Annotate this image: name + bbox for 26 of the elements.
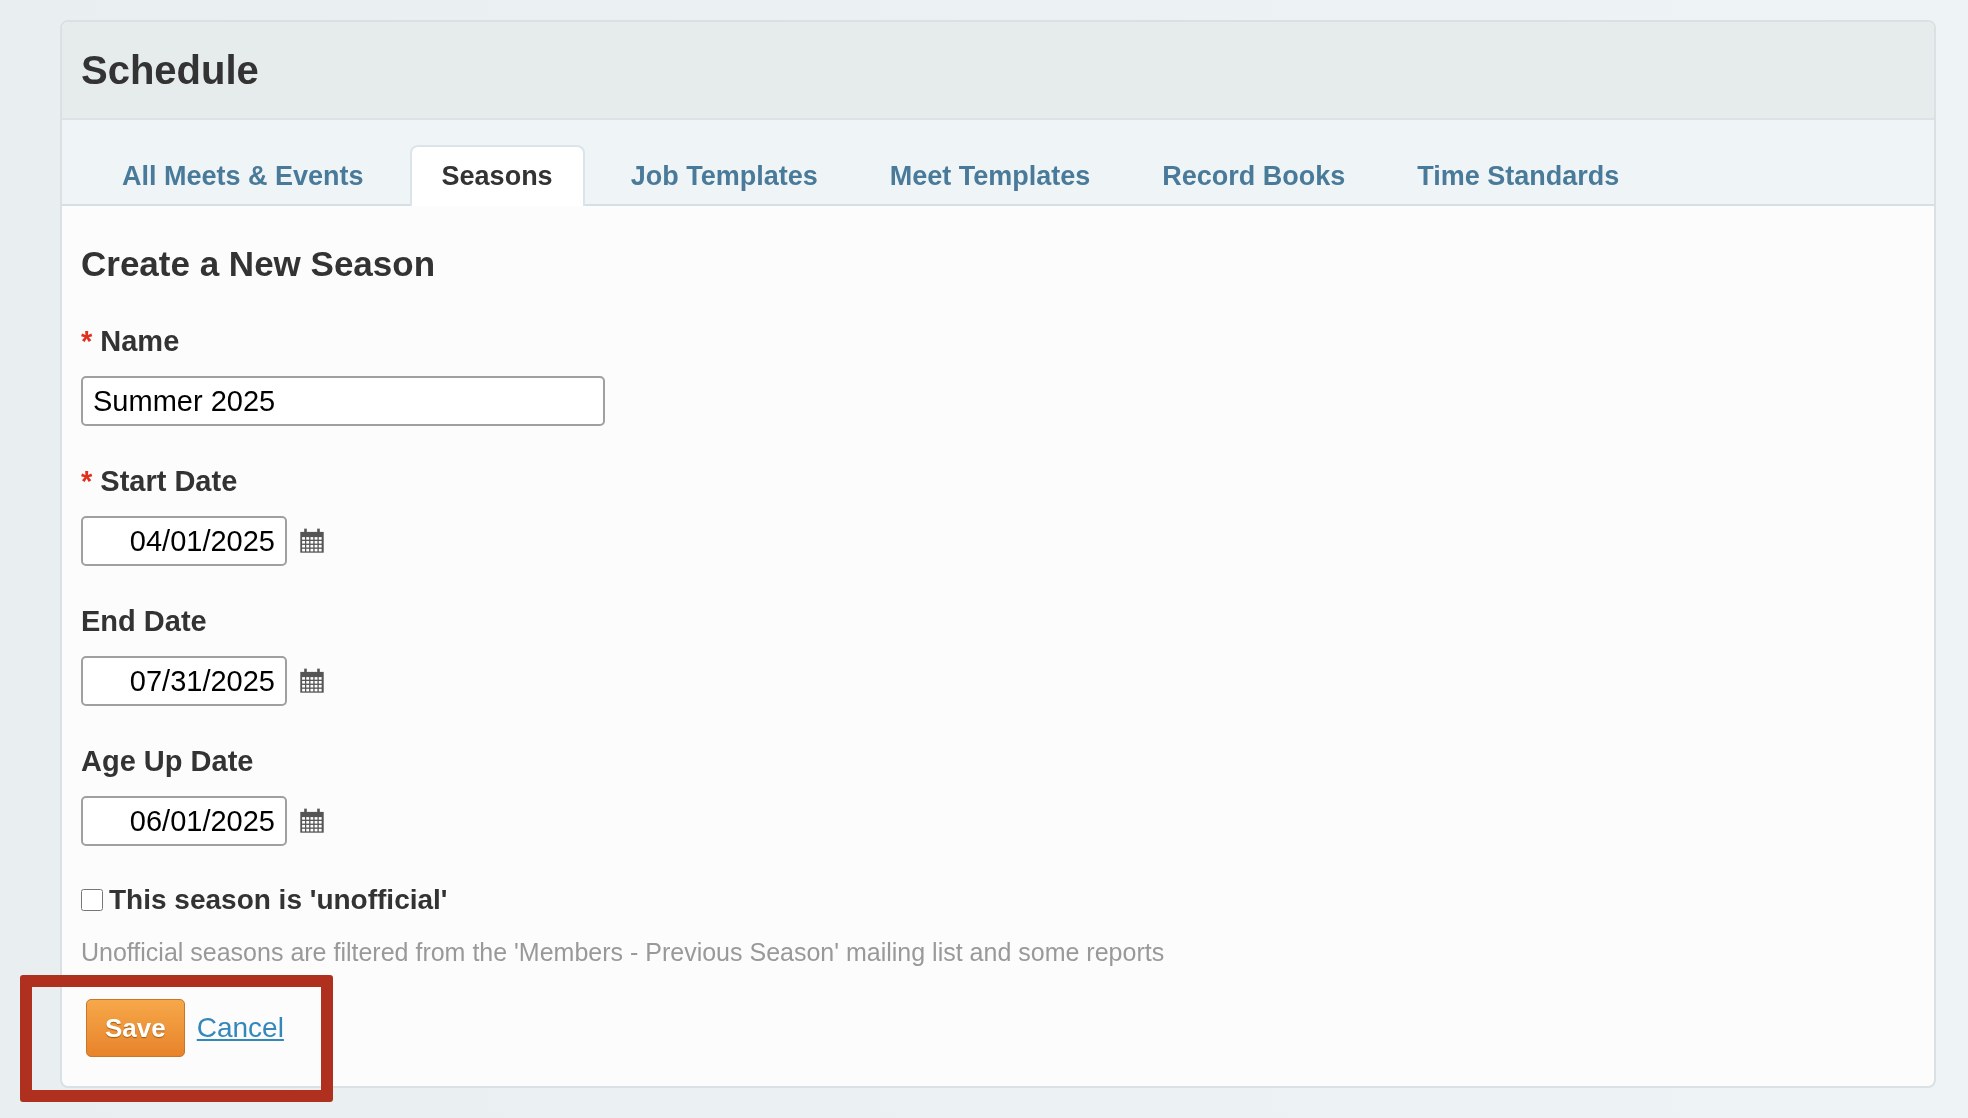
field-label: End Date xyxy=(81,605,207,637)
field-label: Start Date xyxy=(100,465,238,497)
tab[interactable]: All Meets & Events xyxy=(92,161,394,206)
date-field[interactable]: 07/31/2025 xyxy=(81,656,287,706)
checkbox-label: This season is 'unofficial' xyxy=(109,884,448,916)
tab[interactable]: Seasons xyxy=(409,145,585,206)
form-heading: Create a New Season xyxy=(81,244,437,284)
calendar-icon[interactable] xyxy=(299,528,325,554)
calendar-icon[interactable] xyxy=(299,668,325,694)
required-asterisk: * xyxy=(81,465,93,497)
tab[interactable]: Meet Templates xyxy=(859,161,1121,206)
field-label: Age Up Date xyxy=(81,745,254,777)
tab[interactable]: Record Books xyxy=(1132,161,1376,206)
name-field[interactable]: Summer 2025 xyxy=(81,376,605,426)
required-asterisk: * xyxy=(81,325,93,357)
save-button[interactable]: Save xyxy=(86,999,185,1057)
help-text: Unofficial seasons are filtered from the 'Members - Previous Season' mailing list and some reports xyxy=(81,938,1166,967)
page-title: Schedule xyxy=(81,47,259,93)
checkbox[interactable] xyxy=(81,889,103,911)
calendar-icon[interactable] xyxy=(299,808,325,834)
cancel-link[interactable]: Cancel xyxy=(196,1012,284,1044)
tab[interactable]: Job Templates xyxy=(600,161,848,206)
field-label: Name xyxy=(100,325,180,357)
date-field[interactable]: 04/01/2025 xyxy=(81,516,287,566)
date-field[interactable]: 06/01/2025 xyxy=(81,796,287,846)
tab[interactable]: Time Standards xyxy=(1387,161,1650,206)
